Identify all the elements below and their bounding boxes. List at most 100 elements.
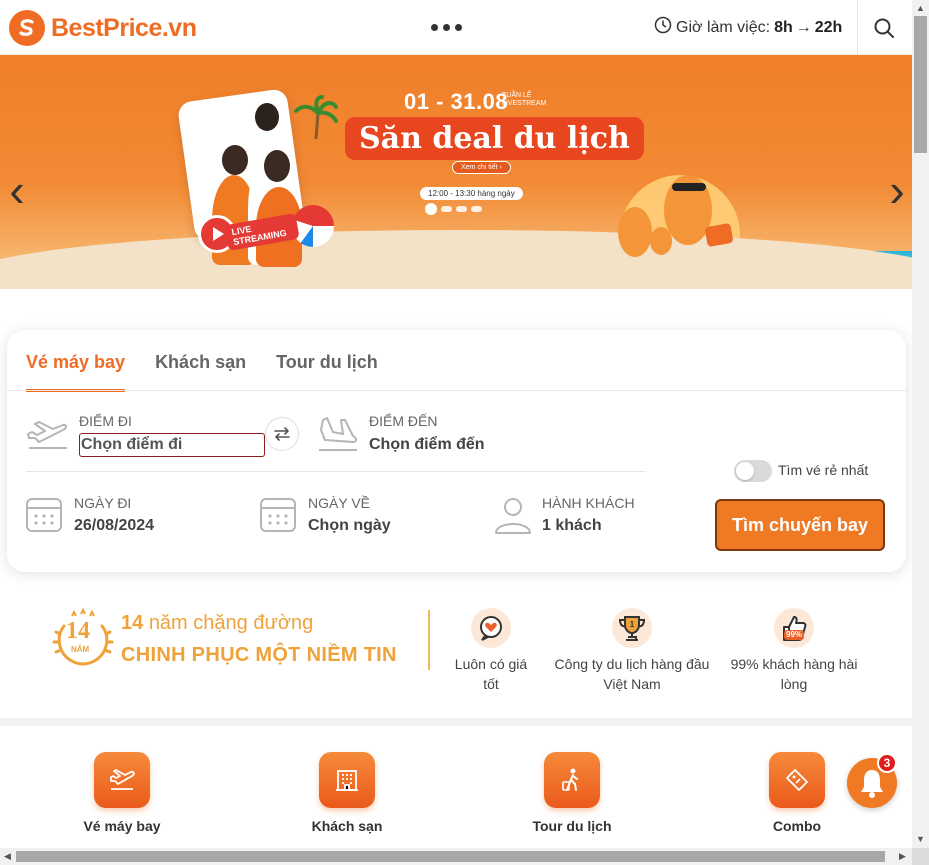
tiger-mascot-graphic <box>618 207 652 257</box>
cheapest-fare-label: Tìm vé rẻ nhất <box>778 462 869 478</box>
thumbs-up-icon: 99% <box>774 608 814 648</box>
quicknav-tours[interactable]: Tour du lịch <box>517 752 627 834</box>
tiger-mascot-graphic <box>650 227 672 255</box>
scroll-left-arrow[interactable]: ◀ <box>4 852 11 861</box>
trust-divider <box>428 610 430 670</box>
return-value: Chọn ngày <box>308 517 391 534</box>
tab-hotels[interactable]: Khách sạn <box>155 352 246 392</box>
section-separator <box>0 718 912 726</box>
swap-locations-button[interactable] <box>265 417 299 451</box>
carousel-dot[interactable] <box>471 206 482 212</box>
quicknav-label: Combo <box>772 818 822 834</box>
brand-name: BestPrice.vn <box>51 13 197 42</box>
logo-mark-icon <box>9 10 45 46</box>
site-header: BestPrice.vn Giờ làm việc: 8h → 22h <box>0 0 912 55</box>
beach-ball-graphic <box>292 205 334 247</box>
depart-label: NGÀY ĐI <box>74 495 132 511</box>
search-icon[interactable] <box>872 16 896 40</box>
hours-label: Giờ làm việc: <box>676 18 771 36</box>
scrollbar-corner <box>912 848 929 865</box>
scroll-down-arrow[interactable]: ▼ <box>916 835 925 844</box>
calendar-icon <box>26 498 62 532</box>
plane-landing-icon <box>319 417 357 451</box>
beach-graphic <box>0 230 912 289</box>
sunglasses-graphic <box>672 183 706 191</box>
search-flights-button[interactable]: Tìm chuyến bay <box>715 499 885 551</box>
carousel-dot[interactable] <box>425 203 437 215</box>
feature-satisfaction: 99% 99% khách hàng hài lòng <box>724 608 864 694</box>
trust-headline-rest: năm chặng đường <box>148 612 314 634</box>
svg-text:1: 1 <box>630 620 635 629</box>
return-label: NGÀY VỀ <box>308 495 370 511</box>
cheapest-fare-toggle[interactable] <box>734 460 772 482</box>
combo-ticket-icon <box>769 752 825 808</box>
vertical-scroll-thumb[interactable] <box>914 16 927 153</box>
row-divider <box>26 471 645 472</box>
carousel-dot[interactable] <box>456 206 467 212</box>
feature-top-company: 1 Công ty du lịch hàng đầu Việt Nam <box>552 608 712 694</box>
search-tabs: Vé máy bay Khách sạn Tour du lịch <box>26 352 408 392</box>
quicknav-label: Khách sạn <box>311 818 383 834</box>
feature-label: Luôn có giá tốt <box>454 656 528 692</box>
horizontal-scroll-thumb[interactable] <box>16 851 885 862</box>
palm-tree-icon <box>294 95 338 139</box>
quicknav-label: Vé máy bay <box>83 818 161 834</box>
promo-time: 12:00 - 13:30 hàng ngày <box>420 187 523 200</box>
from-input[interactable] <box>79 433 265 457</box>
clock-icon <box>654 16 672 39</box>
header-divider <box>857 0 858 55</box>
quicknav-flights[interactable]: Vé máy bay <box>67 752 177 834</box>
more-menu-button[interactable] <box>431 24 462 31</box>
heart-chat-icon <box>471 608 511 648</box>
scroll-right-arrow[interactable]: ▶ <box>899 852 906 861</box>
tabs-divider <box>7 390 906 391</box>
promo-dates: 01 - 31.08 <box>404 89 509 114</box>
feature-label: 99% khách hàng hài lòng <box>730 656 858 692</box>
promo-week-label: TUẦN LỄ LIVESTREAM <box>502 92 547 107</box>
passengers-value: 1 khách <box>542 517 602 534</box>
presenter-head <box>255 103 279 131</box>
quick-nav: Vé máy bay Khách sạn Tour du lịch Combo <box>0 726 912 848</box>
hours-to: 22h <box>814 18 843 36</box>
swap-icon <box>274 427 290 441</box>
tab-flights[interactable]: Vé máy bay <box>26 352 126 392</box>
live-streaming-label: LIVE STREAMING <box>224 212 300 252</box>
hours-from: 8h <box>774 18 793 36</box>
from-label: ĐIỂM ĐI <box>79 413 132 429</box>
arrow-right-icon: → <box>795 18 812 36</box>
badge-number: 14 <box>66 618 90 644</box>
notification-count-badge: 3 <box>877 753 897 773</box>
feature-best-price: Luôn có giá tốt <box>448 608 534 694</box>
to-value: Chọn điểm đến <box>369 436 485 453</box>
quicknav-label: Tour du lịch <box>532 818 612 834</box>
promo-title: Săn deal du lịch <box>345 117 644 160</box>
quicknav-combo[interactable]: Combo <box>742 752 852 834</box>
depart-value: 26/08/2024 <box>74 517 155 534</box>
carousel-dot[interactable] <box>441 206 452 212</box>
presenter-head <box>222 145 248 175</box>
trust-slogan: CHINH PHỤC MỘT NIỀM TIN <box>121 644 397 666</box>
scroll-up-arrow[interactable]: ▲ <box>916 4 925 13</box>
passengers-label: HÀNH KHÁCH <box>542 495 635 511</box>
quicknav-hotels[interactable]: Khách sạn <box>292 752 402 834</box>
promo-details-link[interactable]: Xem chi tiết › <box>452 161 511 174</box>
promo-banner[interactable]: LIVE STREAMING 01 - 31.08 TUẦN LỄ LIVEST… <box>0 55 912 289</box>
user-icon <box>495 498 531 534</box>
badge-word: NĂM <box>71 645 90 654</box>
trust-strip: 14 NĂM 14 năm chặng đường CHINH PHỤC MỘT… <box>0 600 912 710</box>
feature-label: Công ty du lịch hàng đầu Việt Nam <box>554 656 710 692</box>
carousel-next-button[interactable]: › <box>882 165 912 215</box>
hotel-icon <box>319 752 375 808</box>
trust-years: 14 <box>121 612 144 634</box>
brand-logo[interactable]: BestPrice.vn <box>9 9 197 47</box>
search-card: Vé máy bay Khách sạn Tour du lịch ĐIỂM Đ… <box>7 330 906 572</box>
trophy-icon: 1 <box>612 608 652 648</box>
tab-tours[interactable]: Tour du lịch <box>276 352 378 392</box>
plane-icon <box>94 752 150 808</box>
live-streaming-badge: LIVE STREAMING <box>198 212 300 253</box>
presenter-head <box>264 150 290 182</box>
plane-takeoff-icon <box>27 421 67 449</box>
carousel-indicators <box>425 203 482 215</box>
traveler-icon <box>544 752 600 808</box>
carousel-prev-button[interactable]: ‹ <box>2 165 32 215</box>
